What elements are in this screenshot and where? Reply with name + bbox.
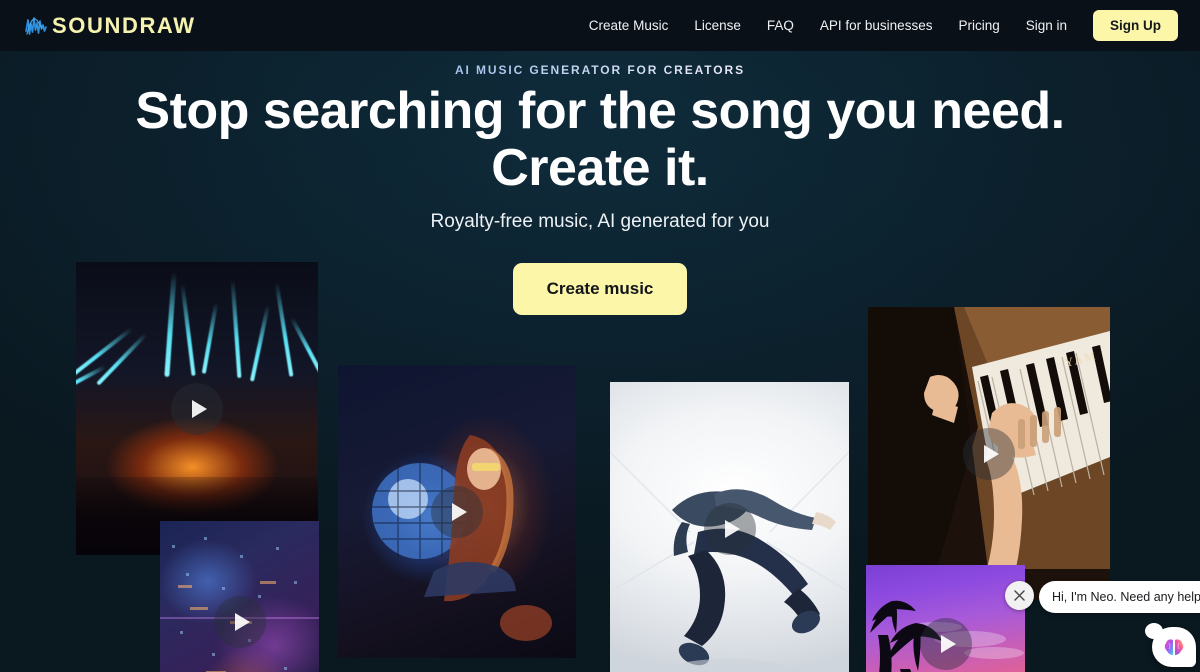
logo-text: SOUNDRAW — [52, 12, 196, 38]
video-card-concert-stage-laser-lights[interactable] — [76, 262, 318, 555]
sign-up-button[interactable]: Sign Up — [1093, 10, 1178, 41]
close-icon[interactable] — [1005, 581, 1034, 610]
page-title: Stop searching for the song you need. Cr… — [0, 83, 1200, 196]
create-music-button[interactable]: Create music — [512, 263, 688, 315]
play-icon[interactable] — [213, 596, 266, 648]
avatar-ear — [1145, 623, 1163, 639]
site-header: SOUNDRAW Create Music License FAQ API fo… — [0, 0, 1200, 51]
video-card-palm-trees-sunset[interactable] — [866, 565, 1025, 672]
hero-section: AI MUSIC GENERATOR FOR CREATORS Stop sea… — [0, 51, 1200, 672]
primary-nav: Create Music License FAQ API for busines… — [589, 10, 1178, 41]
chat-greeting-bubble[interactable]: Hi, I'm Neo. Need any help? — [1039, 581, 1200, 613]
page-root: SOUNDRAW Create Music License FAQ API fo… — [0, 0, 1200, 672]
play-icon[interactable] — [919, 618, 972, 670]
video-card-breakdancer-white-studio[interactable] — [610, 382, 849, 672]
video-card-woman-with-disco-ball[interactable] — [338, 365, 576, 658]
play-icon[interactable] — [703, 502, 756, 555]
nav-faq[interactable]: FAQ — [767, 18, 794, 33]
nav-api-for-businesses[interactable]: API for businesses — [820, 18, 933, 33]
video-card-hands-playing-piano[interactable]: YAM — [868, 307, 1110, 600]
hero-subtitle: Royalty-free music, AI generated for you — [430, 211, 770, 232]
waveform-icon — [24, 14, 50, 38]
headline-line-1: Stop searching for the song you need. — [135, 82, 1065, 140]
nav-sign-in[interactable]: Sign in — [1026, 18, 1067, 33]
play-icon[interactable] — [431, 485, 483, 538]
logo[interactable]: SOUNDRAW — [24, 14, 196, 38]
video-card-night-city-aerial[interactable] — [160, 521, 319, 672]
play-icon[interactable] — [963, 427, 1015, 480]
nav-create-music[interactable]: Create Music — [589, 18, 669, 33]
brain-avatar-icon[interactable] — [1145, 623, 1196, 667]
hero-eyebrow: AI MUSIC GENERATOR FOR CREATORS — [0, 63, 1200, 77]
nav-pricing[interactable]: Pricing — [958, 18, 999, 33]
nav-license[interactable]: License — [694, 18, 741, 33]
play-icon[interactable] — [171, 382, 223, 435]
headline-line-2: Create it. — [491, 138, 709, 197]
